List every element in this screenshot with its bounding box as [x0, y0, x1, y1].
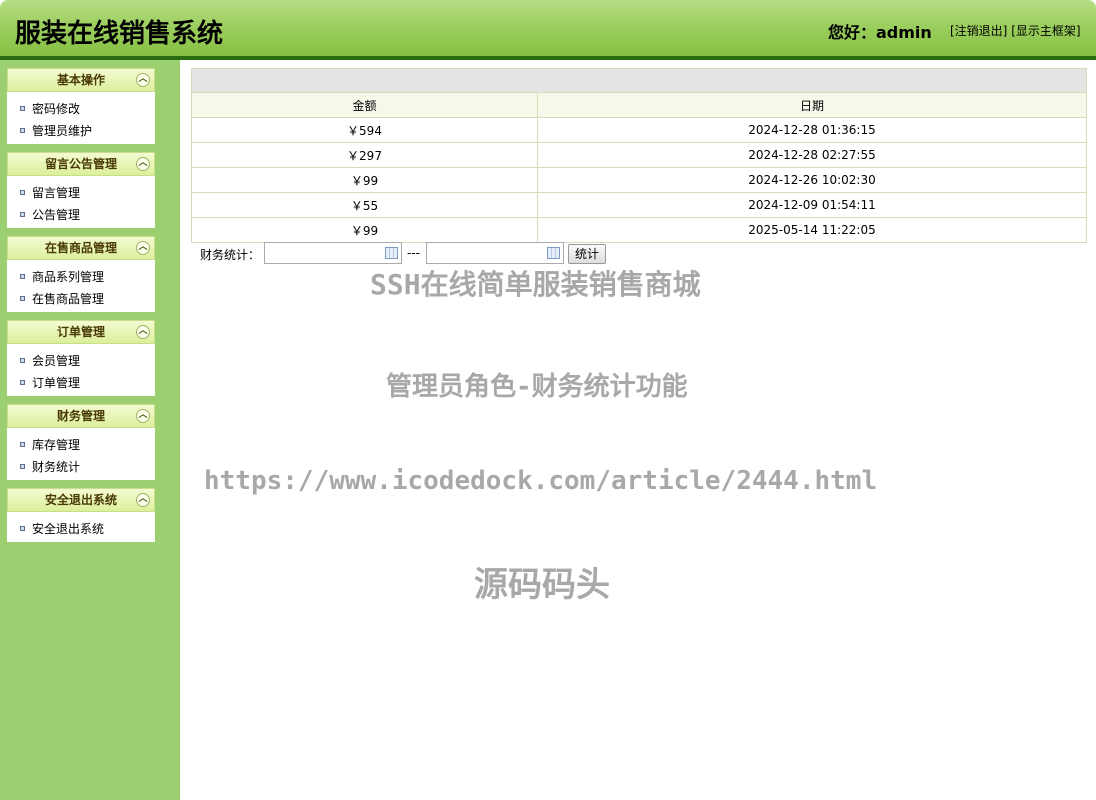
- filter-label: 财务统计：: [200, 246, 260, 263]
- bullet-icon: [20, 212, 25, 217]
- sidebar-item-label: 公告管理: [32, 208, 80, 222]
- calendar-icon[interactable]: [547, 247, 560, 259]
- cell-date: 2025-05-14 11:22:05: [538, 218, 1087, 243]
- table-row: ￥594 2024-12-28 01:36:15: [192, 118, 1086, 143]
- panel-title: 留言公告管理: [45, 157, 117, 171]
- collapse-chevron-icon[interactable]: ︿: [136, 157, 150, 171]
- sidebar-item-member-management[interactable]: 会员管理: [7, 350, 155, 372]
- panel-safe-exit: 安全退出系统 ︿ 安全退出系统: [7, 488, 155, 542]
- watermark-line-4: 源码码头: [474, 557, 610, 606]
- cell-date: 2024-12-28 01:36:15: [538, 118, 1087, 143]
- watermark-url: https://www.icodedock.com/article/2444.h…: [204, 466, 877, 496]
- main-content: 金额 日期 ￥594 2024-12-28 01:36:15 ￥297 2024…: [180, 60, 1096, 800]
- collapse-chevron-icon[interactable]: ︿: [136, 241, 150, 255]
- finance-table: 金额 日期 ￥594 2024-12-28 01:36:15 ￥297 2024…: [192, 92, 1086, 242]
- finance-table-container: 金额 日期 ￥594 2024-12-28 01:36:15 ￥297 2024…: [191, 68, 1087, 243]
- sidebar-item-admin-maintenance[interactable]: 管理员维护: [7, 120, 155, 142]
- column-header-amount: 金额: [192, 93, 538, 118]
- table-title-bar: [192, 69, 1086, 92]
- cell-amount: ￥594: [192, 118, 538, 143]
- header-links: [注销退出] [显示主框架]: [950, 22, 1081, 39]
- panel-orders: 订单管理 ︿ 会员管理 订单管理: [7, 320, 155, 396]
- statistics-button[interactable]: 统计: [568, 244, 606, 264]
- table-row: ￥99 2025-05-14 11:22:05: [192, 218, 1086, 243]
- bullet-icon: [20, 464, 25, 469]
- sidebar-item-product-series[interactable]: 商品系列管理: [7, 266, 155, 288]
- sidebar-item-financial-statistics[interactable]: 财务统计: [7, 456, 155, 478]
- collapse-chevron-icon[interactable]: ︿: [136, 493, 150, 507]
- user-greeting: 您好：admin: [828, 19, 932, 43]
- table-row: ￥297 2024-12-28 02:27:55: [192, 143, 1086, 168]
- panel-header[interactable]: 订单管理 ︿: [7, 320, 155, 344]
- column-header-date: 日期: [538, 93, 1087, 118]
- sidebar-item-label: 在售商品管理: [32, 292, 104, 306]
- panel-title: 财务管理: [57, 409, 105, 423]
- sidebar-item-products-on-sale[interactable]: 在售商品管理: [7, 288, 155, 310]
- collapse-chevron-icon[interactable]: ︿: [136, 73, 150, 87]
- sidebar-item-inventory-management[interactable]: 库存管理: [7, 434, 155, 456]
- app-title: 服装在线销售系统: [15, 13, 223, 50]
- bullet-icon: [20, 106, 25, 111]
- bullet-icon: [20, 358, 25, 363]
- watermark-line-2: 管理员角色-财务统计功能: [386, 366, 688, 403]
- sidebar-item-label: 留言管理: [32, 186, 80, 200]
- sidebar-item-message-management[interactable]: 留言管理: [7, 182, 155, 204]
- end-date-input[interactable]: [426, 242, 564, 264]
- bullet-icon: [20, 274, 25, 279]
- panel-header[interactable]: 财务管理 ︿: [7, 404, 155, 428]
- panel-title: 在售商品管理: [45, 241, 117, 255]
- sidebar-item-label: 订单管理: [32, 376, 80, 390]
- show-main-frame-link[interactable]: [显示主框架]: [1011, 24, 1080, 38]
- panel-finance: 财务管理 ︿ 库存管理 财务统计: [7, 404, 155, 480]
- panel-basic-ops: 基本操作 ︿ 密码修改 管理员维护: [7, 68, 155, 144]
- start-date-input[interactable]: [264, 242, 402, 264]
- panel-title: 订单管理: [57, 325, 105, 339]
- date-range-separator: ---: [407, 246, 420, 260]
- sidebar-item-order-management[interactable]: 订单管理: [7, 372, 155, 394]
- sidebar-item-label: 安全退出系统: [32, 522, 104, 536]
- sidebar-item-label: 管理员维护: [32, 124, 92, 138]
- panel-header[interactable]: 在售商品管理 ︿: [7, 236, 155, 260]
- collapse-chevron-icon[interactable]: ︿: [136, 409, 150, 423]
- table-row: ￥99 2024-12-26 10:02:30: [192, 168, 1086, 193]
- bullet-icon: [20, 442, 25, 447]
- logout-link[interactable]: [注销退出]: [950, 24, 1007, 38]
- bullet-icon: [20, 380, 25, 385]
- cell-date: 2024-12-09 01:54:11: [538, 193, 1087, 218]
- panel-message-notice: 留言公告管理 ︿ 留言管理 公告管理: [7, 152, 155, 228]
- sidebar-item-safe-exit[interactable]: 安全退出系统: [7, 518, 155, 540]
- bullet-icon: [20, 190, 25, 195]
- bullet-icon: [20, 296, 25, 301]
- calendar-icon[interactable]: [385, 247, 398, 259]
- sidebar-item-label: 财务统计: [32, 460, 80, 474]
- sidebar-item-label: 商品系列管理: [32, 270, 104, 284]
- cell-date: 2024-12-26 10:02:30: [538, 168, 1087, 193]
- table-header-row: 金额 日期: [192, 93, 1086, 118]
- panel-title: 基本操作: [57, 73, 105, 87]
- sidebar: 基本操作 ︿ 密码修改 管理员维护 留言公告管理 ︿ 留言管理 公告管理 在售商…: [0, 60, 180, 800]
- collapse-chevron-icon[interactable]: ︿: [136, 325, 150, 339]
- table-row: ￥55 2024-12-09 01:54:11: [192, 193, 1086, 218]
- panel-title: 安全退出系统: [45, 493, 117, 507]
- sidebar-item-label: 会员管理: [32, 354, 80, 368]
- cell-amount: ￥297: [192, 143, 538, 168]
- cell-amount: ￥99: [192, 168, 538, 193]
- bullet-icon: [20, 128, 25, 133]
- sidebar-item-label: 库存管理: [32, 438, 80, 452]
- panel-header[interactable]: 基本操作 ︿: [7, 68, 155, 92]
- app-header: 服装在线销售系统 您好：admin [注销退出] [显示主框架]: [0, 0, 1096, 60]
- panel-header[interactable]: 留言公告管理 ︿: [7, 152, 155, 176]
- panel-products: 在售商品管理 ︿ 商品系列管理 在售商品管理: [7, 236, 155, 312]
- cell-amount: ￥55: [192, 193, 538, 218]
- bullet-icon: [20, 526, 25, 531]
- cell-amount: ￥99: [192, 218, 538, 243]
- cell-date: 2024-12-28 02:27:55: [538, 143, 1087, 168]
- sidebar-item-notice-management[interactable]: 公告管理: [7, 204, 155, 226]
- panel-header[interactable]: 安全退出系统 ︿: [7, 488, 155, 512]
- sidebar-item-change-password[interactable]: 密码修改: [7, 98, 155, 120]
- sidebar-item-label: 密码修改: [32, 102, 80, 116]
- watermark-line-1: SSH在线简单服装销售商城: [370, 263, 701, 303]
